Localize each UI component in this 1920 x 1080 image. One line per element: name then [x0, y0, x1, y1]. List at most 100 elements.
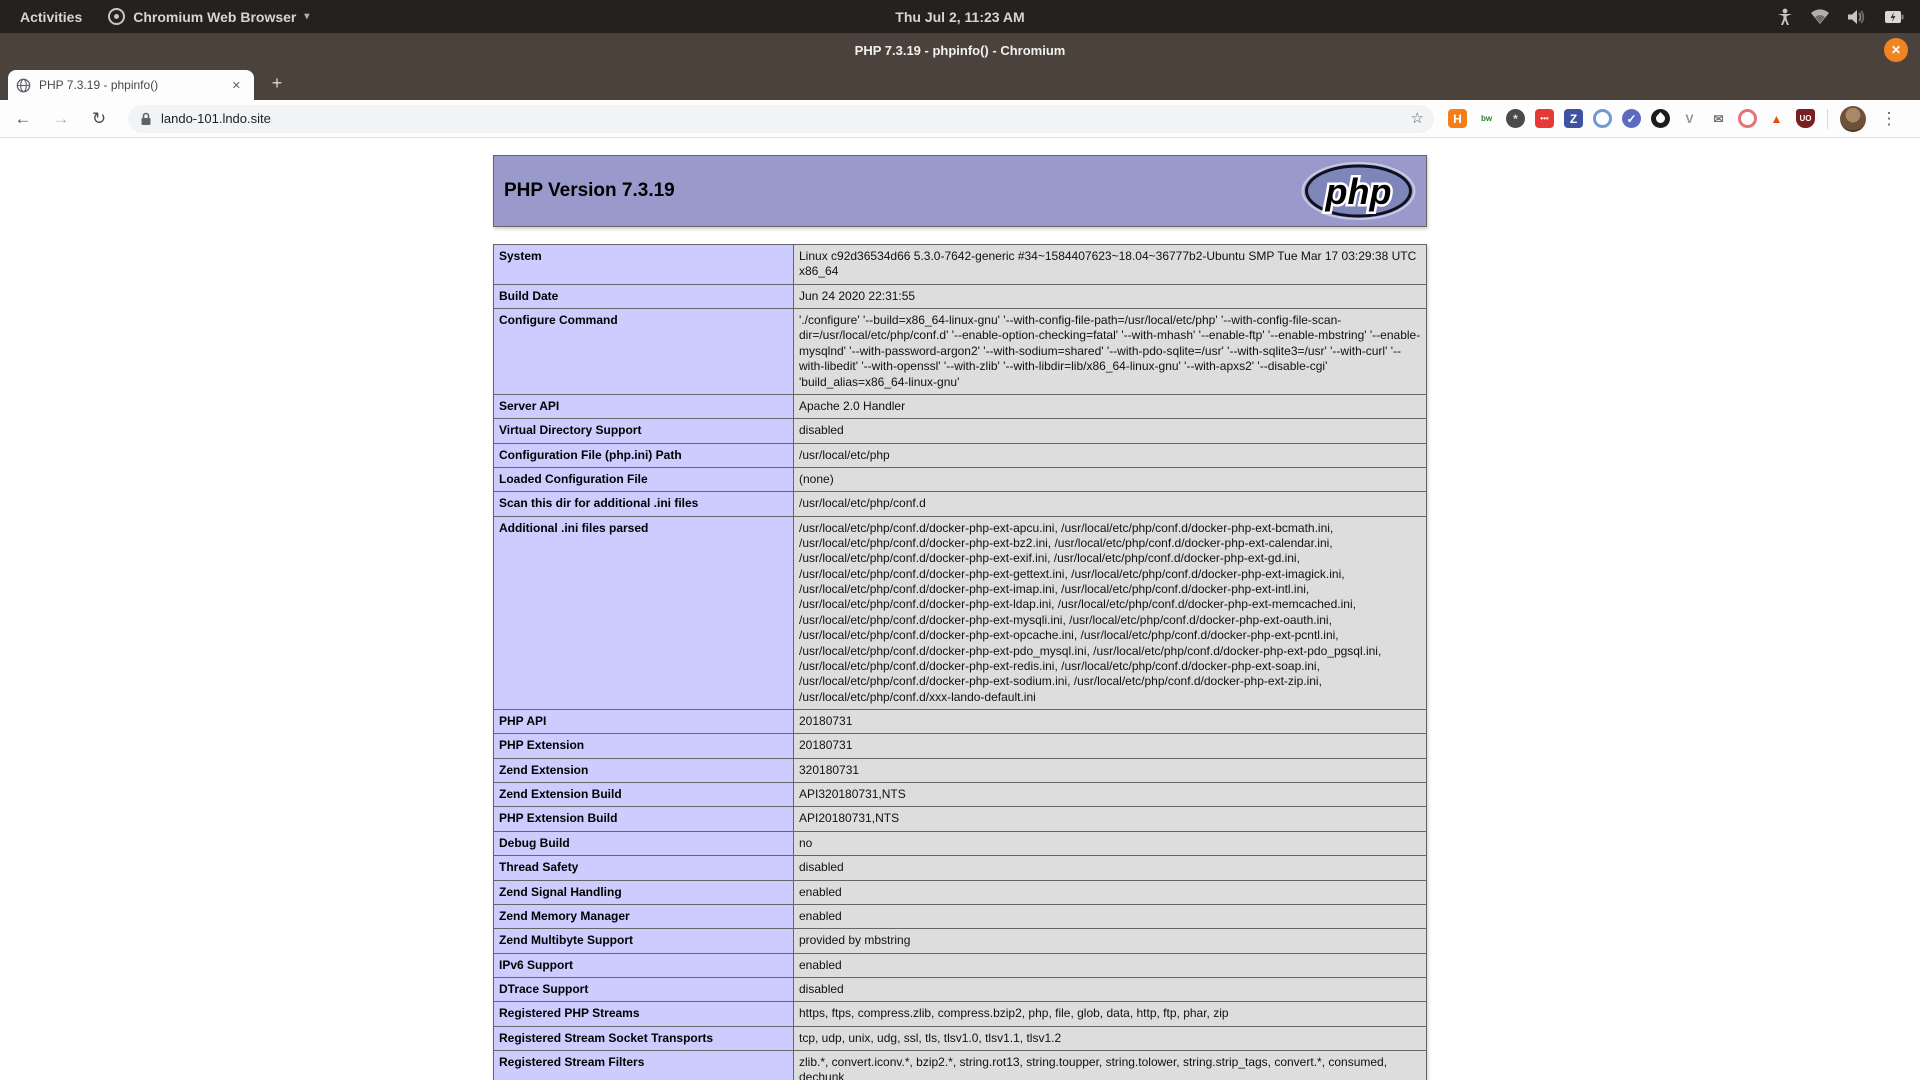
- info-label-cell: Debug Build: [494, 831, 794, 855]
- lighthouse-extension-icon[interactable]: ▲: [1767, 109, 1786, 128]
- info-value-cell: disabled: [794, 419, 1427, 443]
- info-label-cell: Registered Stream Filters: [494, 1051, 794, 1080]
- reload-icon[interactable]: ↻: [84, 104, 114, 134]
- notebook-extension-icon[interactable]: ✉: [1709, 109, 1728, 128]
- info-label-cell: PHP Extension: [494, 734, 794, 758]
- activities-button[interactable]: Activities: [14, 7, 88, 27]
- info-label-cell: Scan this dir for additional .ini files: [494, 492, 794, 516]
- chromium-icon: [108, 8, 125, 25]
- info-row: Build DateJun 24 2020 22:31:55: [494, 284, 1427, 308]
- battery-charging-icon: [1884, 10, 1904, 24]
- chevron-down-icon: ▾: [304, 11, 309, 22]
- gnome-top-bar: Activities Chromium Web Browser ▾ Thu Ju…: [0, 0, 1920, 33]
- info-label-cell: DTrace Support: [494, 977, 794, 1001]
- new-tab-button[interactable]: +: [264, 71, 290, 97]
- info-row: PHP Extension20180731: [494, 734, 1427, 758]
- page-viewport[interactable]: PHP Version 7.3.19 php SystemLinux c92d3…: [0, 139, 1920, 1080]
- info-label-cell: Loaded Configuration File: [494, 467, 794, 491]
- info-value-cell: enabled: [794, 904, 1427, 928]
- info-row: IPv6 Supportenabled: [494, 953, 1427, 977]
- flame-extension-icon[interactable]: [1651, 109, 1670, 128]
- bw-extension-icon[interactable]: bw: [1477, 109, 1496, 128]
- info-row: Zend Signal Handlingenabled: [494, 880, 1427, 904]
- info-value-cell: enabled: [794, 953, 1427, 977]
- info-label-cell: System: [494, 245, 794, 285]
- info-row: Loaded Configuration File(none): [494, 467, 1427, 491]
- system-tray[interactable]: [1777, 8, 1920, 26]
- ublock-extension-icon[interactable]: UO: [1796, 109, 1815, 128]
- info-label-cell: Build Date: [494, 284, 794, 308]
- info-label-cell: Configure Command: [494, 309, 794, 395]
- profile-avatar[interactable]: [1840, 106, 1866, 132]
- window-close-button[interactable]: ✕: [1884, 38, 1908, 62]
- info-label-cell: Server API: [494, 394, 794, 418]
- address-bar[interactable]: lando-101.lndo.site ☆: [128, 105, 1434, 133]
- info-row: Registered Stream Socket Transportstcp, …: [494, 1026, 1427, 1050]
- extensions-area: Hbw * ••• Z ✓ V ✉ ▲ UO: [1448, 109, 1815, 128]
- tab-phpinfo[interactable]: PHP 7.3.19 - phpinfo() ✕: [8, 70, 254, 100]
- phpinfo-header: PHP Version 7.3.19 php: [493, 155, 1427, 227]
- phpinfo-page: PHP Version 7.3.19 php SystemLinux c92d3…: [493, 155, 1427, 1080]
- wifi-icon: [1810, 9, 1830, 25]
- lock-icon[interactable]: [140, 112, 152, 126]
- app-menu-button[interactable]: Chromium Web Browser ▾: [108, 8, 309, 25]
- info-label-cell: Configuration File (php.ini) Path: [494, 443, 794, 467]
- info-value-cell: disabled: [794, 977, 1427, 1001]
- phpinfo-table: SystemLinux c92d36534d66 5.3.0-7642-gene…: [493, 244, 1427, 1080]
- info-value-cell: /usr/local/etc/php/conf.d/docker-php-ext…: [794, 516, 1427, 709]
- info-row: Additional .ini files parsed/usr/local/e…: [494, 516, 1427, 709]
- php-logo: php: [1301, 162, 1416, 220]
- svg-text:php: php: [1325, 171, 1392, 212]
- info-row: DTrace Supportdisabled: [494, 977, 1427, 1001]
- info-value-cell: provided by mbstring: [794, 929, 1427, 953]
- tab-strip: PHP 7.3.19 - phpinfo() ✕ +: [0, 67, 1920, 100]
- info-value-cell: Linux c92d36534d66 5.3.0-7642-generic #3…: [794, 245, 1427, 285]
- info-row: PHP API20180731: [494, 709, 1427, 733]
- info-value-cell: enabled: [794, 880, 1427, 904]
- browser-toolbar: ← → ↻ lando-101.lndo.site ☆ Hbw * ••• Z ✓ V ✉ ▲…: [0, 100, 1920, 138]
- info-value-cell: './configure' '--build=x86_64-linux-gnu'…: [794, 309, 1427, 395]
- back-icon[interactable]: ←: [8, 104, 38, 134]
- red-swirl-extension-icon[interactable]: [1738, 109, 1757, 128]
- blue-swirl-extension-icon[interactable]: [1593, 109, 1612, 128]
- info-row: Virtual Directory Supportdisabled: [494, 419, 1427, 443]
- info-value-cell: disabled: [794, 856, 1427, 880]
- info-value-cell: /usr/local/etc/php: [794, 443, 1427, 467]
- forward-icon[interactable]: →: [46, 104, 76, 134]
- v-extension-icon[interactable]: V: [1680, 109, 1699, 128]
- tab-close-icon[interactable]: ✕: [227, 77, 246, 94]
- z-extension-icon[interactable]: Z: [1564, 109, 1583, 128]
- info-row: Zend Extension BuildAPI320180731,NTS: [494, 783, 1427, 807]
- info-label-cell: Registered PHP Streams: [494, 1002, 794, 1026]
- info-row: Thread Safetydisabled: [494, 856, 1427, 880]
- info-label-cell: Virtual Directory Support: [494, 419, 794, 443]
- info-label-cell: PHP Extension Build: [494, 807, 794, 831]
- info-label-cell: PHP API: [494, 709, 794, 733]
- accessibility-icon: [1777, 8, 1793, 26]
- info-row: Zend Memory Managerenabled: [494, 904, 1427, 928]
- info-row: Zend Extension320180731: [494, 758, 1427, 782]
- bug-extension-icon[interactable]: *: [1506, 109, 1525, 128]
- app-menu-label: Chromium Web Browser: [133, 9, 296, 25]
- info-value-cell: tcp, udp, unix, udg, ssl, tls, tlsv1.0, …: [794, 1026, 1427, 1050]
- bookmark-star-icon[interactable]: ☆: [1411, 109, 1424, 127]
- info-row: SystemLinux c92d36534d66 5.3.0-7642-gene…: [494, 245, 1427, 285]
- info-label-cell: Zend Extension: [494, 758, 794, 782]
- purple-check-extension-icon[interactable]: ✓: [1622, 109, 1641, 128]
- url-text[interactable]: lando-101.lndo.site: [161, 111, 271, 126]
- info-value-cell: Jun 24 2020 22:31:55: [794, 284, 1427, 308]
- info-label-cell: Registered Stream Socket Transports: [494, 1026, 794, 1050]
- browser-menu-icon[interactable]: ⋮: [1876, 109, 1902, 129]
- window-title: PHP 7.3.19 - phpinfo() - Chromium: [855, 43, 1066, 58]
- volume-icon: [1847, 9, 1867, 25]
- info-value-cell: /usr/local/etc/php/conf.d: [794, 492, 1427, 516]
- toolbar-divider: [1827, 109, 1828, 129]
- info-value-cell: 320180731: [794, 758, 1427, 782]
- info-label-cell: Zend Signal Handling: [494, 880, 794, 904]
- info-value-cell: (none): [794, 467, 1427, 491]
- info-label-cell: Thread Safety: [494, 856, 794, 880]
- h-extension-icon[interactable]: H: [1448, 109, 1467, 128]
- red-dots-extension-icon[interactable]: •••: [1535, 109, 1554, 128]
- info-label-cell: Additional .ini files parsed: [494, 516, 794, 709]
- window-titlebar[interactable]: PHP 7.3.19 - phpinfo() - Chromium ✕: [0, 33, 1920, 67]
